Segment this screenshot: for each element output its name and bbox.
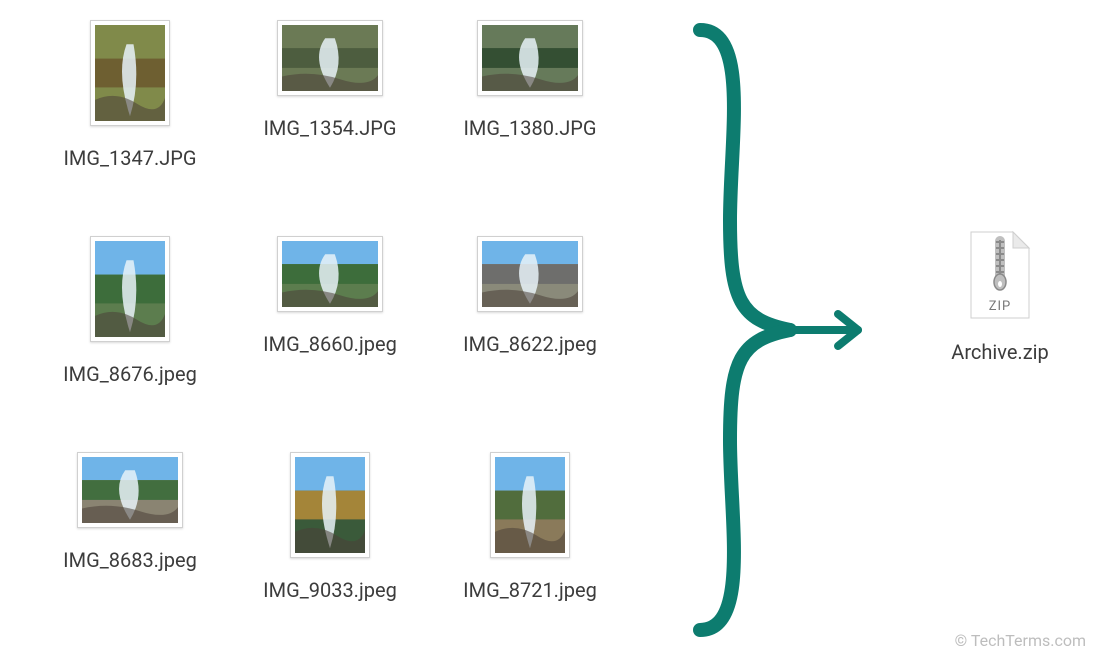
file-name: IMG_1354.JPG <box>240 116 420 140</box>
file-item: IMG_8721.jpeg <box>440 452 620 602</box>
image-thumbnail <box>477 236 583 312</box>
image-thumbnail <box>277 236 383 312</box>
image-thumbnail <box>290 452 370 558</box>
svg-text:ZIP: ZIP <box>989 299 1012 314</box>
brace-arrow-icon <box>660 20 880 640</box>
file-name: IMG_8683.jpeg <box>40 548 220 572</box>
file-item: IMG_1354.JPG <box>240 20 420 140</box>
file-name: IMG_8676.jpeg <box>40 362 220 386</box>
image-thumbnail <box>477 20 583 96</box>
diagram-canvas: IMG_1347.JPG IMG_1354.JPG IMG_1380.JPG I… <box>0 0 1100 660</box>
file-item: IMG_8683.jpeg <box>40 452 220 572</box>
zip-file-icon: ZIP <box>965 230 1035 324</box>
image-thumbnail <box>90 20 170 126</box>
file-item: IMG_8622.jpeg <box>440 236 620 356</box>
archive-file-name: Archive.zip <box>920 340 1080 364</box>
file-name: IMG_8660.jpeg <box>240 332 420 356</box>
image-thumbnail <box>277 20 383 96</box>
file-item: IMG_8676.jpeg <box>40 236 220 386</box>
file-item: IMG_1347.JPG <box>40 20 220 170</box>
file-name: IMG_1347.JPG <box>40 146 220 170</box>
file-name: IMG_1380.JPG <box>440 116 620 140</box>
archive-file-item: ZIP Archive.zip <box>920 230 1080 364</box>
image-thumbnail <box>77 452 183 528</box>
file-item: IMG_9033.jpeg <box>240 452 420 602</box>
file-item: IMG_1380.JPG <box>440 20 620 140</box>
file-name: IMG_8721.jpeg <box>440 578 620 602</box>
watermark-text: © TechTerms.com <box>955 631 1086 650</box>
file-name: IMG_9033.jpeg <box>240 578 420 602</box>
file-item: IMG_8660.jpeg <box>240 236 420 356</box>
image-thumbnail <box>90 236 170 342</box>
image-thumbnail <box>490 452 570 558</box>
file-name: IMG_8622.jpeg <box>440 332 620 356</box>
